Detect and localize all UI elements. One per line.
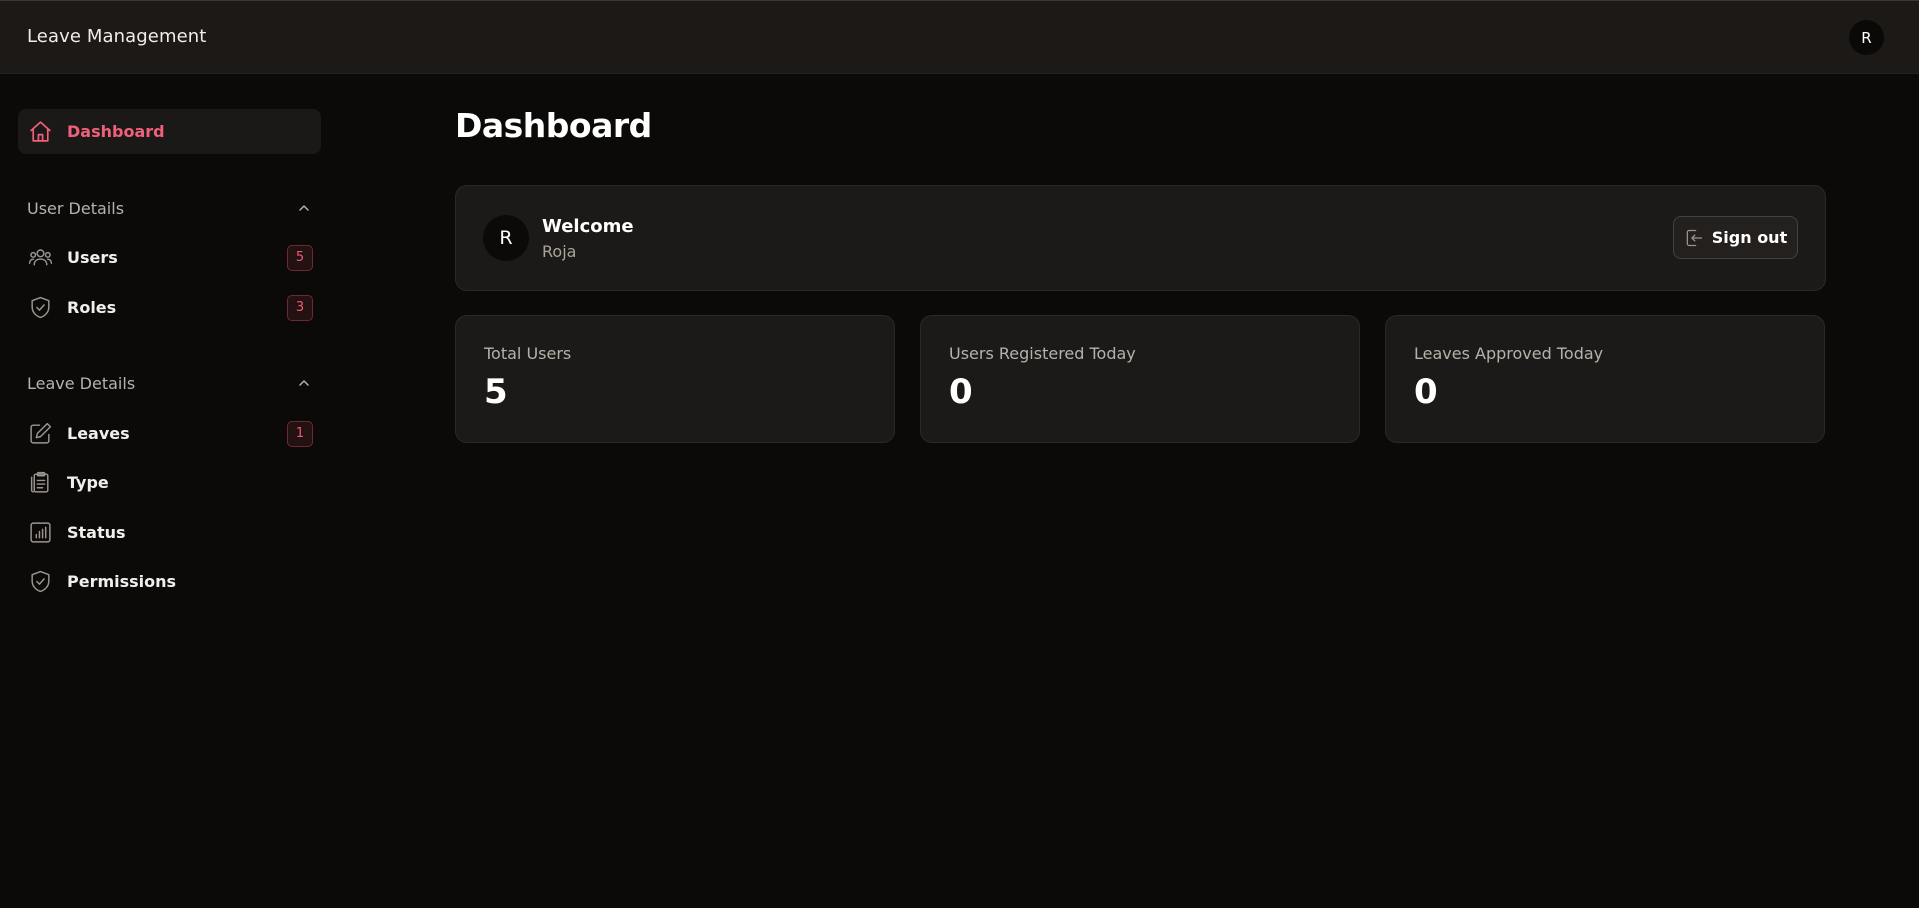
sign-out-icon bbox=[1686, 229, 1702, 246]
stat-card-leaves-approved-today: Leaves Approved Today 0 bbox=[1385, 315, 1825, 443]
app-title: Leave Management bbox=[27, 26, 207, 47]
chevron-up-icon bbox=[299, 205, 309, 211]
edit-icon bbox=[30, 422, 52, 444]
home-icon bbox=[30, 121, 51, 142]
sidebar-item-type[interactable]: Type bbox=[18, 460, 321, 505]
welcome-title: Welcome bbox=[542, 216, 634, 237]
sidebar-item-users[interactable]: Users 5 bbox=[18, 235, 321, 280]
sign-out-button[interactable]: Sign out bbox=[1673, 216, 1798, 259]
section-header-user-details[interactable]: User Details bbox=[27, 196, 312, 220]
stat-label: Users Registered Today bbox=[949, 344, 1136, 363]
users-icon bbox=[28, 249, 53, 266]
sidebar-item-label: Users bbox=[67, 248, 118, 267]
sidebar-item-label: Leaves bbox=[67, 424, 130, 443]
avatar[interactable]: R bbox=[1849, 20, 1884, 55]
sidebar-item-roles[interactable]: Roles 3 bbox=[18, 285, 321, 330]
sidebar-item-leaves[interactable]: Leaves 1 bbox=[18, 411, 321, 456]
top-bar: Leave Management R bbox=[0, 0, 1919, 74]
stat-card-users-registered-today: Users Registered Today 0 bbox=[920, 315, 1360, 443]
page-title: Dashboard bbox=[455, 106, 652, 145]
welcome-card: R Welcome Roja Sign out bbox=[455, 185, 1826, 291]
clipboard-icon bbox=[30, 471, 49, 493]
sidebar-item-label: Dashboard bbox=[67, 122, 165, 141]
shield-check-icon bbox=[31, 296, 50, 319]
sidebar-item-label: Type bbox=[67, 473, 109, 492]
sidebar-item-label: Roles bbox=[67, 298, 117, 317]
stat-label: Leaves Approved Today bbox=[1414, 344, 1604, 363]
stat-card-total-users: Total Users 5 bbox=[455, 315, 895, 443]
stat-label: Total Users bbox=[484, 344, 572, 363]
sidebar-item-permissions[interactable]: Permissions bbox=[18, 559, 321, 604]
sidebar: Dashboard User Details Users 5 Roles 3 L… bbox=[0, 74, 330, 908]
sign-out-label: Sign out bbox=[1711, 228, 1788, 247]
sidebar-item-dashboard[interactable]: Dashboard bbox=[18, 109, 321, 154]
count-badge: 3 bbox=[287, 294, 313, 321]
count-badge: 5 bbox=[287, 244, 313, 271]
sidebar-item-label: Permissions bbox=[67, 572, 177, 591]
section-header-leave-details[interactable]: Leave Details bbox=[27, 371, 312, 395]
stat-value: 0 bbox=[949, 372, 973, 412]
avatar: R bbox=[483, 215, 529, 261]
sidebar-item-label: Status bbox=[67, 523, 126, 542]
sidebar-item-status[interactable]: Status bbox=[18, 510, 321, 555]
section-title: User Details bbox=[27, 198, 125, 218]
user-name: Roja bbox=[542, 242, 577, 261]
section-title: Leave Details bbox=[27, 373, 136, 393]
bar-chart-icon bbox=[30, 522, 51, 543]
shield-check-icon bbox=[31, 570, 50, 593]
stat-value: 5 bbox=[484, 372, 508, 412]
stat-value: 0 bbox=[1414, 372, 1438, 412]
chevron-up-icon bbox=[299, 380, 309, 386]
count-badge: 1 bbox=[287, 420, 313, 447]
